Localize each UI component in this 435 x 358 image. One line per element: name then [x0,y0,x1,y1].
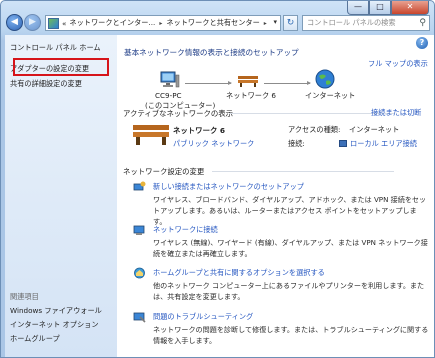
sidebar-item-windows-firewall[interactable]: Windows ファイアウォール [10,306,102,316]
search-input[interactable]: コントロール パネルの検索 ⚲ [302,15,430,31]
task-description: ワイヤレス (無線)、ワイヤード (有線)、ダイヤルアップ、または VPN ネッ… [153,238,428,258]
connection-arrow [264,81,311,85]
help-icon[interactable]: ? [416,37,428,49]
map-internet-label: インターネット [305,91,356,100]
window: — □ ✕ ◀ ▶ « ネットワークとインター... ▸ ネットワークと共有セン… [0,0,435,358]
network-type-link[interactable]: パブリック ネットワーク [173,139,254,149]
breadcrumb-network-sharing-center[interactable]: ネットワークと共有センター [166,18,259,28]
sidebar: コントロール パネル ホーム アダプターの設定の変更 共有の詳細設定の変更 関連… [5,35,117,357]
local-area-connection-icon [339,140,347,147]
setup-connection-link[interactable]: 新しい接続またはネットワークのセットアップ [153,182,304,192]
change-settings-heading: ネットワーク設定の変更 [123,167,205,176]
sidebar-item-internet-options[interactable]: インターネット オプション [10,320,99,330]
main-content: ? 基本ネットワーク情報の表示と接続のセットアップ フル マップの表示 CC9-… [117,35,434,357]
active-networks-heading: アクティブなネットワークの表示 [123,109,234,118]
connection-arrow [185,81,232,85]
sidebar-item-homegroup[interactable]: ホームグループ [10,334,60,344]
active-network-name: ネットワーク 6 [173,126,226,135]
search-placeholder: コントロール パネルの検索 [307,18,396,27]
connect-network-link[interactable]: ネットワークに接続 [153,225,218,235]
address-dropdown-icon[interactable]: ▾ [273,18,277,26]
task-homegroup: ホームグループと共有に関するオプションを選択する 他のネットワーク コンピュータ… [134,267,430,302]
access-type-value: インターネット [349,125,400,134]
control-panel-icon [48,17,59,29]
see-also-heading: 関連項目 [10,292,39,301]
title-bar: — □ ✕ [1,1,434,15]
navigation-bar: ◀ ▶ « ネットワークとインター... ▸ ネットワークと共有センター ▸ ▾… [5,13,431,33]
connect-disconnect-link[interactable]: 接続または切断 [371,108,421,118]
task-description: ネットワークの問題を診断して修復します。または、トラブルシューティングに関する情… [153,325,429,345]
page-title: 基本ネットワーク情報の表示と接続のセットアップ [124,48,299,57]
search-icon[interactable]: ⚲ [419,16,426,30]
divider [212,171,394,172]
internet-globe-icon[interactable] [315,69,335,89]
highlight-box [13,58,109,76]
homegroup-icon [134,267,145,279]
task-troubleshoot: 問題のトラブルシューティング ネットワークの問題を診断して修復します。または、ト… [133,312,430,346]
breadcrumb-network-internet[interactable]: ネットワークとインター... [69,18,155,28]
access-type-label: アクセスの種類: [288,125,341,134]
breadcrumb-separator-icon[interactable]: ▸ [159,20,162,27]
connect-network-icon [133,225,145,235]
forward-button[interactable]: ▶ [24,14,41,31]
network-bench-icon [133,125,169,145]
troubleshoot-link[interactable]: 問題のトラブルシューティング [153,312,253,322]
divider [229,113,394,114]
map-network-name: ネットワーク 6 [226,91,276,100]
task-setup-connection: 新しい接続またはネットワークのセットアップ ワイヤレス、ブロードバンド、ダイヤル… [133,181,430,226]
address-prefix: « [62,18,67,28]
troubleshoot-icon [133,312,146,323]
breadcrumb-separator-icon[interactable]: ▸ [264,20,267,27]
local-area-connection-link[interactable]: ローカル エリア接続 [350,139,417,149]
map-computer-name: CC9-PC [155,91,182,100]
task-connect-network: ネットワークに接続 ワイヤレス (無線)、ワイヤード (有線)、ダイヤルアップ、… [133,225,430,259]
connections-label: 接続: [288,139,305,148]
sidebar-item-control-panel-home[interactable]: コントロール パネル ホーム [10,43,101,53]
back-button[interactable]: ◀ [6,14,23,31]
network-bench-icon[interactable] [237,75,259,87]
computer-icon[interactable] [160,71,180,89]
address-bar[interactable]: « ネットワークとインター... ▸ ネットワークと共有センター ▸ ▾ [45,15,281,31]
refresh-button[interactable]: ↻ [283,15,298,31]
homegroup-options-link[interactable]: ホームグループと共有に関するオプションを選択する [153,268,325,278]
task-description: 他のネットワーク コンピューター上にあるファイルやプリンターを利用します。または… [153,281,425,301]
task-description: ワイヤレス、ブロードバンド、ダイヤルアップ、アドホック、または VPN 接続をセ… [153,195,427,226]
sidebar-item-sharing-settings[interactable]: 共有の詳細設定の変更 [10,79,82,89]
new-connection-icon [133,181,146,191]
